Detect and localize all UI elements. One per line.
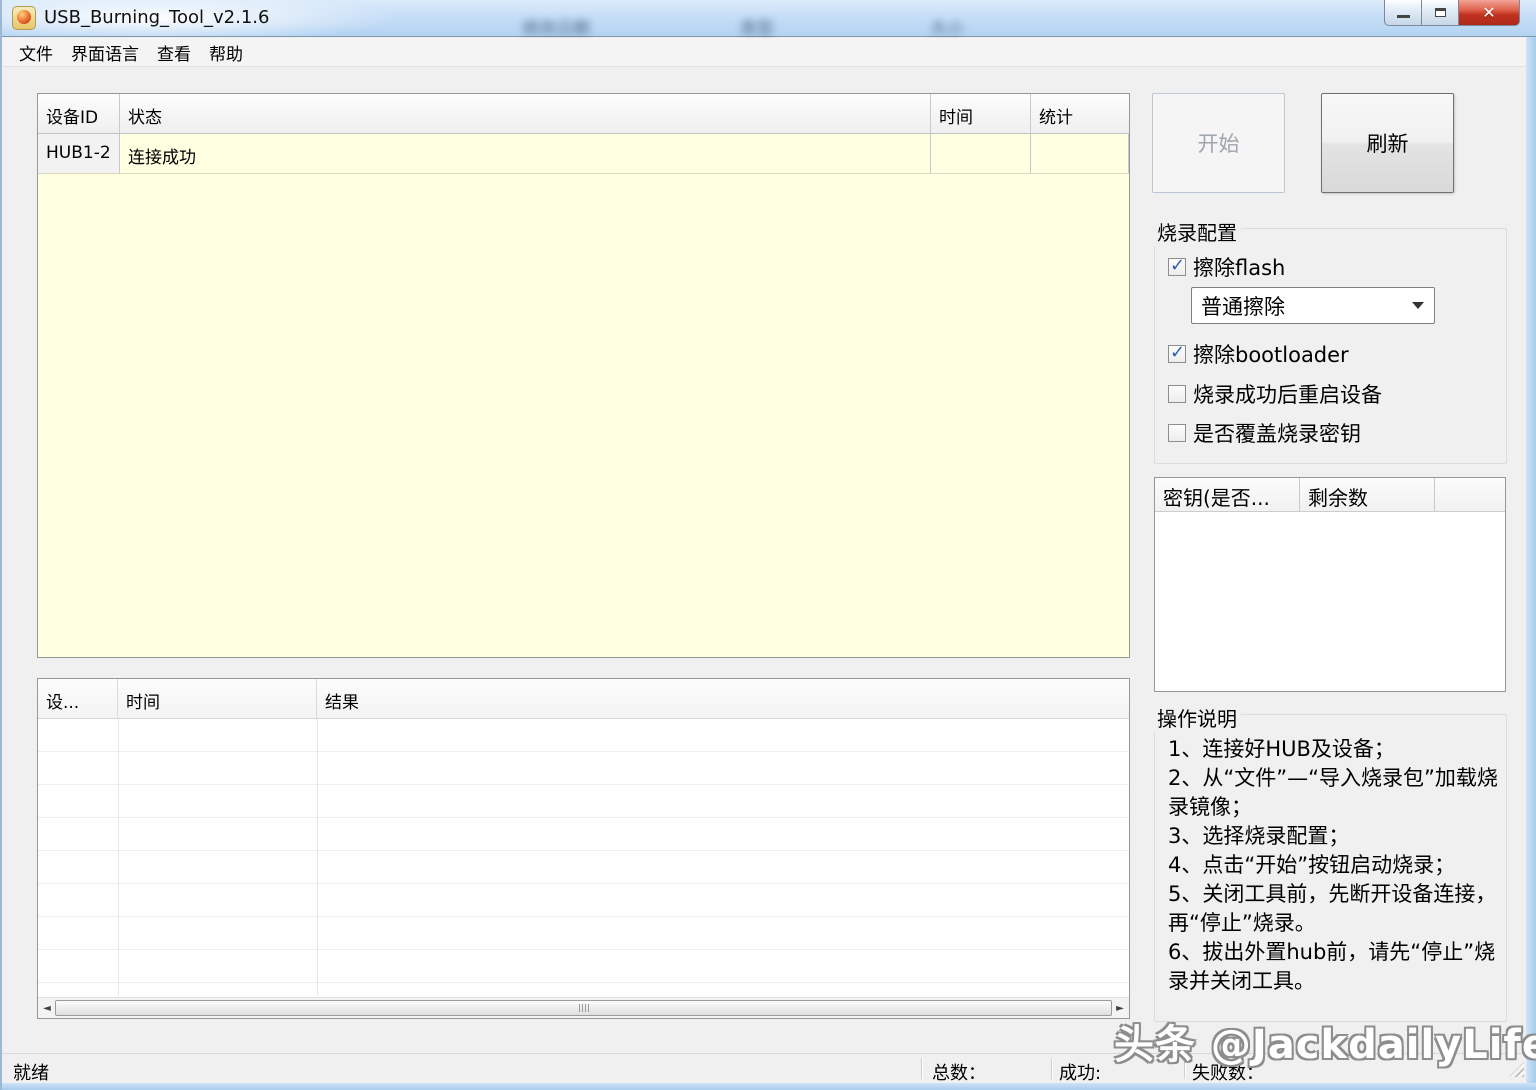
column-header-log-time[interactable]: 时间 xyxy=(118,679,317,718)
window-edge xyxy=(2,1083,1536,1090)
instructions-legend: 操作说明 xyxy=(1153,703,1241,732)
menu-bar: 文件 界面语言 查看 帮助 xyxy=(2,38,1536,67)
erase-flash-label: 擦除flash xyxy=(1193,252,1285,282)
log-table-body xyxy=(38,719,1129,996)
status-divider xyxy=(921,1058,922,1079)
menu-help[interactable]: 帮助 xyxy=(200,37,252,68)
status-success: 成功: xyxy=(1059,1059,1101,1085)
close-button[interactable]: ✕ xyxy=(1458,0,1520,26)
scroll-left-arrow-icon[interactable]: ◄ xyxy=(40,1001,54,1016)
column-header-status[interactable]: 状态 xyxy=(120,94,931,133)
erase-mode-dropdown[interactable]: 普通擦除 xyxy=(1191,287,1435,324)
burn-config-legend: 烧录配置 xyxy=(1153,217,1241,246)
scrollbar-thumb[interactable] xyxy=(55,1000,1112,1016)
horizontal-scrollbar[interactable]: ◄ ► xyxy=(38,997,1129,1018)
key-table: 密钥(是否... 剩余数 xyxy=(1154,477,1506,692)
column-header-result[interactable]: 结果 xyxy=(317,679,1129,718)
instruction-line: 1、连接好HUB及设备； xyxy=(1168,735,1502,764)
status-ready: 就绪 xyxy=(13,1059,49,1085)
window-controls: ✕ xyxy=(1384,0,1520,28)
status-divider xyxy=(1051,1058,1052,1079)
window-edge xyxy=(1526,37,1536,1090)
erase-bootloader-label: 擦除bootloader xyxy=(1193,339,1349,369)
erase-flash-option[interactable]: 擦除flash xyxy=(1168,252,1285,282)
minimize-button[interactable] xyxy=(1384,0,1422,26)
log-table-header: 设... 时间 结果 xyxy=(38,679,1129,719)
minimize-icon xyxy=(1397,15,1410,18)
key-table-header: 密钥(是否... 剩余数 xyxy=(1155,478,1505,512)
blurred-background-text: 大小 xyxy=(930,14,964,39)
blurred-background-text: 修改日期 xyxy=(522,14,590,39)
column-header-stats[interactable]: 统计 xyxy=(1031,94,1129,133)
column-header-device[interactable]: 设... xyxy=(38,679,118,718)
maximize-button[interactable] xyxy=(1421,0,1459,26)
device-stats-cell xyxy=(1031,134,1129,173)
overwrite-key-checkbox[interactable] xyxy=(1168,424,1186,442)
instruction-line: 2、从“文件”—“导入烧录包”加载烧录镜像； xyxy=(1168,764,1502,822)
device-row[interactable]: HUB1-2 连接成功 xyxy=(38,134,1129,174)
device-id-cell: HUB1-2 xyxy=(38,134,120,173)
start-button[interactable]: 开始 xyxy=(1152,93,1285,193)
column-header-device-id[interactable]: 设备ID xyxy=(38,94,120,133)
overwrite-key-option[interactable]: 是否覆盖烧录密钥 xyxy=(1168,418,1361,448)
menu-language[interactable]: 界面语言 xyxy=(62,37,148,68)
titlebar: USB_Burning_Tool_v2.1.6 修改日期 类型 大小 ✕ xyxy=(2,0,1536,37)
app-icon xyxy=(12,6,36,30)
device-table-header: 设备ID 状态 时间 统计 xyxy=(38,94,1129,134)
scrollbar-grip-icon xyxy=(579,1004,589,1012)
device-status-cell: 连接成功 xyxy=(120,134,931,173)
overwrite-key-label: 是否覆盖烧录密钥 xyxy=(1193,418,1361,448)
maximize-icon xyxy=(1435,8,1446,17)
log-column-divider xyxy=(118,719,119,996)
watermark: 头条 @JackdailyLife xyxy=(1114,1012,1536,1070)
device-table: 设备ID 状态 时间 统计 HUB1-2 连接成功 xyxy=(37,93,1130,658)
menu-file[interactable]: 文件 xyxy=(10,37,62,68)
instruction-line: 5、关闭工具前，先断开设备连接，再“停止”烧录。 xyxy=(1168,880,1502,938)
column-header-remaining[interactable]: 剩余数 xyxy=(1300,478,1435,511)
status-total: 总数： xyxy=(932,1059,986,1085)
reboot-after-burn-option[interactable]: 烧录成功后重启设备 xyxy=(1168,379,1382,409)
column-header-spacer xyxy=(1435,478,1505,511)
instructions-text: 1、连接好HUB及设备； 2、从“文件”—“导入烧录包”加载烧录镜像； 3、选择… xyxy=(1168,735,1502,996)
erase-bootloader-option[interactable]: 擦除bootloader xyxy=(1168,339,1349,369)
blurred-background-text: 类型 xyxy=(740,14,774,39)
instruction-line: 3、选择烧录配置； xyxy=(1168,822,1502,851)
window-title: USB_Burning_Tool_v2.1.6 xyxy=(44,7,269,28)
erase-flash-checkbox[interactable] xyxy=(1168,258,1186,276)
erase-mode-value: 普通擦除 xyxy=(1201,291,1412,321)
log-table: 设... 时间 结果 ◄ ► xyxy=(37,678,1130,1019)
log-column-divider xyxy=(317,719,318,996)
reboot-after-burn-label: 烧录成功后重启设备 xyxy=(1193,379,1382,409)
reboot-after-burn-checkbox[interactable] xyxy=(1168,385,1186,403)
menu-view[interactable]: 查看 xyxy=(148,37,200,68)
column-header-key[interactable]: 密钥(是否... xyxy=(1155,478,1300,511)
erase-bootloader-checkbox[interactable] xyxy=(1168,345,1186,363)
close-icon: ✕ xyxy=(1482,3,1495,22)
instruction-line: 4、点击“开始”按钮启动烧录； xyxy=(1168,851,1502,880)
app-window: USB_Burning_Tool_v2.1.6 修改日期 类型 大小 ✕ 文件 … xyxy=(0,0,1536,1090)
refresh-button[interactable]: 刷新 xyxy=(1321,93,1454,193)
column-header-time[interactable]: 时间 xyxy=(931,94,1031,133)
device-time-cell xyxy=(931,134,1031,173)
instruction-line: 6、拔出外置hub前，请先“停止”烧录并关闭工具。 xyxy=(1168,938,1502,996)
chevron-down-icon xyxy=(1412,302,1424,309)
